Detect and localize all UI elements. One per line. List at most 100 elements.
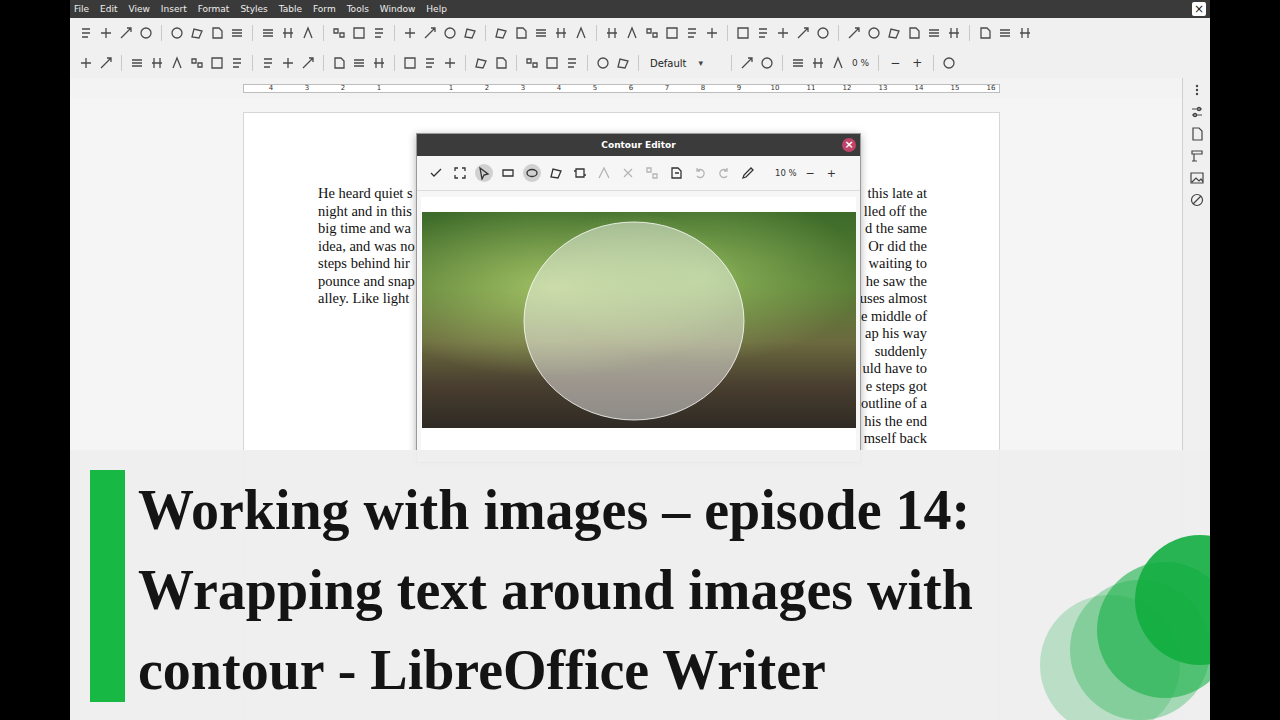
toolbar-button-icon[interactable]: [422, 25, 438, 41]
menu-item[interactable]: Table: [279, 4, 302, 14]
styles-icon[interactable]: [1189, 148, 1205, 164]
toolbar-button-icon[interactable]: [129, 55, 145, 71]
toolbar-button-icon[interactable]: [260, 55, 276, 71]
toolbar-button-icon[interactable]: [524, 55, 540, 71]
contour-ellipse-icon[interactable]: [422, 212, 856, 428]
toolbar-button-icon[interactable]: [739, 55, 755, 71]
dialog-title-bar[interactable]: Contour Editor×: [417, 134, 860, 156]
contour-tool-icon[interactable]: [619, 164, 637, 182]
toolbar-button-icon[interactable]: [300, 55, 316, 71]
menu-item[interactable]: File: [74, 4, 89, 14]
contour-tool-icon[interactable]: [523, 164, 541, 182]
contour-tool-icon[interactable]: [571, 164, 589, 182]
navigator-icon[interactable]: [1189, 192, 1205, 208]
toolbar-button-icon[interactable]: [493, 55, 509, 71]
menu-item[interactable]: Edit: [100, 4, 117, 14]
toolbar-button-icon[interactable]: [815, 25, 831, 41]
toolbar-button-icon[interactable]: [280, 55, 296, 71]
contour-tool-icon[interactable]: [475, 164, 493, 182]
toolbar-button-icon[interactable]: [1017, 25, 1033, 41]
toolbar-button-icon[interactable]: [189, 25, 205, 41]
toolbar-button-icon[interactable]: [624, 25, 640, 41]
toolbar-button-icon[interactable]: [735, 25, 751, 41]
menu-item[interactable]: Format: [198, 4, 230, 14]
toolbar-button-icon[interactable]: [169, 55, 185, 71]
menu-item[interactable]: Insert: [161, 4, 187, 14]
toolbar-button-icon[interactable]: [169, 25, 185, 41]
contour-tool-icon[interactable]: [667, 164, 685, 182]
toolbar-button-icon[interactable]: [229, 25, 245, 41]
toolbar-button-icon[interactable]: [573, 25, 589, 41]
toolbar-button-icon[interactable]: [98, 25, 114, 41]
contour-tool-icon[interactable]: [715, 164, 733, 182]
toolbar-button-icon[interactable]: [846, 25, 862, 41]
contour-tool-icon[interactable]: [595, 164, 613, 182]
toolbar-button-icon[interactable]: [926, 25, 942, 41]
toolbar-button-icon[interactable]: [810, 55, 826, 71]
contour-tool-icon[interactable]: [547, 164, 565, 182]
toolbar-button-icon[interactable]: [830, 55, 846, 71]
toolbar-button-icon[interactable]: [260, 25, 276, 41]
contour-tool-icon[interactable]: [739, 164, 757, 182]
toolbar-button-icon[interactable]: [941, 55, 957, 71]
menu-item[interactable]: Form: [313, 4, 336, 14]
toolbar-button-icon[interactable]: [493, 25, 509, 41]
toolbar-button-icon[interactable]: [564, 55, 580, 71]
transparency-value[interactable]: 0 %: [850, 58, 871, 68]
toolbar-button-icon[interactable]: [351, 55, 367, 71]
decrease-button[interactable]: −: [886, 56, 904, 70]
contour-tool-icon[interactable]: [499, 164, 517, 182]
toolbar-button-icon[interactable]: [402, 55, 418, 71]
toolbar-button-icon[interactable]: [331, 55, 347, 71]
contour-tool-icon[interactable]: [451, 164, 469, 182]
toolbar-button-icon[interactable]: [402, 25, 418, 41]
increase-button[interactable]: +: [908, 56, 926, 70]
toolbar-button-icon[interactable]: [422, 55, 438, 71]
toolbar-button-icon[interactable]: [790, 55, 806, 71]
menu-item[interactable]: Help: [426, 4, 447, 14]
toolbar-button-icon[interactable]: [209, 55, 225, 71]
contour-tool-icon[interactable]: [691, 164, 709, 182]
toolbar-button-icon[interactable]: [866, 25, 882, 41]
contour-tool-icon[interactable]: [427, 164, 445, 182]
toolbar-button-icon[interactable]: [149, 55, 165, 71]
menu-dots-icon[interactable]: [1189, 82, 1205, 98]
toolbar-button-icon[interactable]: [595, 55, 611, 71]
toolbar-button-icon[interactable]: [209, 25, 225, 41]
gallery-icon[interactable]: [1189, 170, 1205, 186]
horizontal-ruler[interactable]: 432112345678910111213141516: [243, 84, 1000, 93]
toolbar-button-icon[interactable]: [513, 25, 529, 41]
menu-item[interactable]: Styles: [240, 4, 267, 14]
toolbar-button-icon[interactable]: [795, 25, 811, 41]
toolbar-button-icon[interactable]: [684, 25, 700, 41]
toolbar-button-icon[interactable]: [229, 55, 245, 71]
toolbar-button-icon[interactable]: [533, 25, 549, 41]
contour-canvas[interactable]: [421, 197, 856, 462]
toolbar-button-icon[interactable]: [906, 25, 922, 41]
toolbar-button-icon[interactable]: [118, 25, 134, 41]
zoom-out-button[interactable]: −: [803, 167, 818, 180]
toolbar-button-icon[interactable]: [759, 55, 775, 71]
dropdown-arrow-icon[interactable]: ▾: [699, 58, 704, 68]
menu-item[interactable]: View: [129, 4, 150, 14]
properties-icon[interactable]: [1189, 104, 1205, 120]
toolbar-button-icon[interactable]: [755, 25, 771, 41]
zoom-in-button[interactable]: +: [824, 167, 839, 180]
toolbar-button-icon[interactable]: [462, 25, 478, 41]
toolbar-button-icon[interactable]: [544, 55, 560, 71]
toolbar-button-icon[interactable]: [331, 25, 347, 41]
toolbar-button-icon[interactable]: [442, 55, 458, 71]
toolbar-button-icon[interactable]: [997, 25, 1013, 41]
toolbar-button-icon[interactable]: [604, 25, 620, 41]
contour-editor-dialog[interactable]: Contour Editor×10 %−+: [416, 133, 861, 463]
toolbar-button-icon[interactable]: [78, 25, 94, 41]
toolbar-button-icon[interactable]: [977, 25, 993, 41]
dialog-close-button[interactable]: ×: [842, 138, 856, 152]
toolbar-button-icon[interactable]: [946, 25, 962, 41]
toolbar-button-icon[interactable]: [189, 55, 205, 71]
toolbar-button-icon[interactable]: [553, 25, 569, 41]
toolbar-button-icon[interactable]: [371, 55, 387, 71]
toolbar-button-icon[interactable]: [775, 25, 791, 41]
toolbar-button-icon[interactable]: [351, 25, 367, 41]
window-close-button[interactable]: ×: [1192, 2, 1206, 16]
